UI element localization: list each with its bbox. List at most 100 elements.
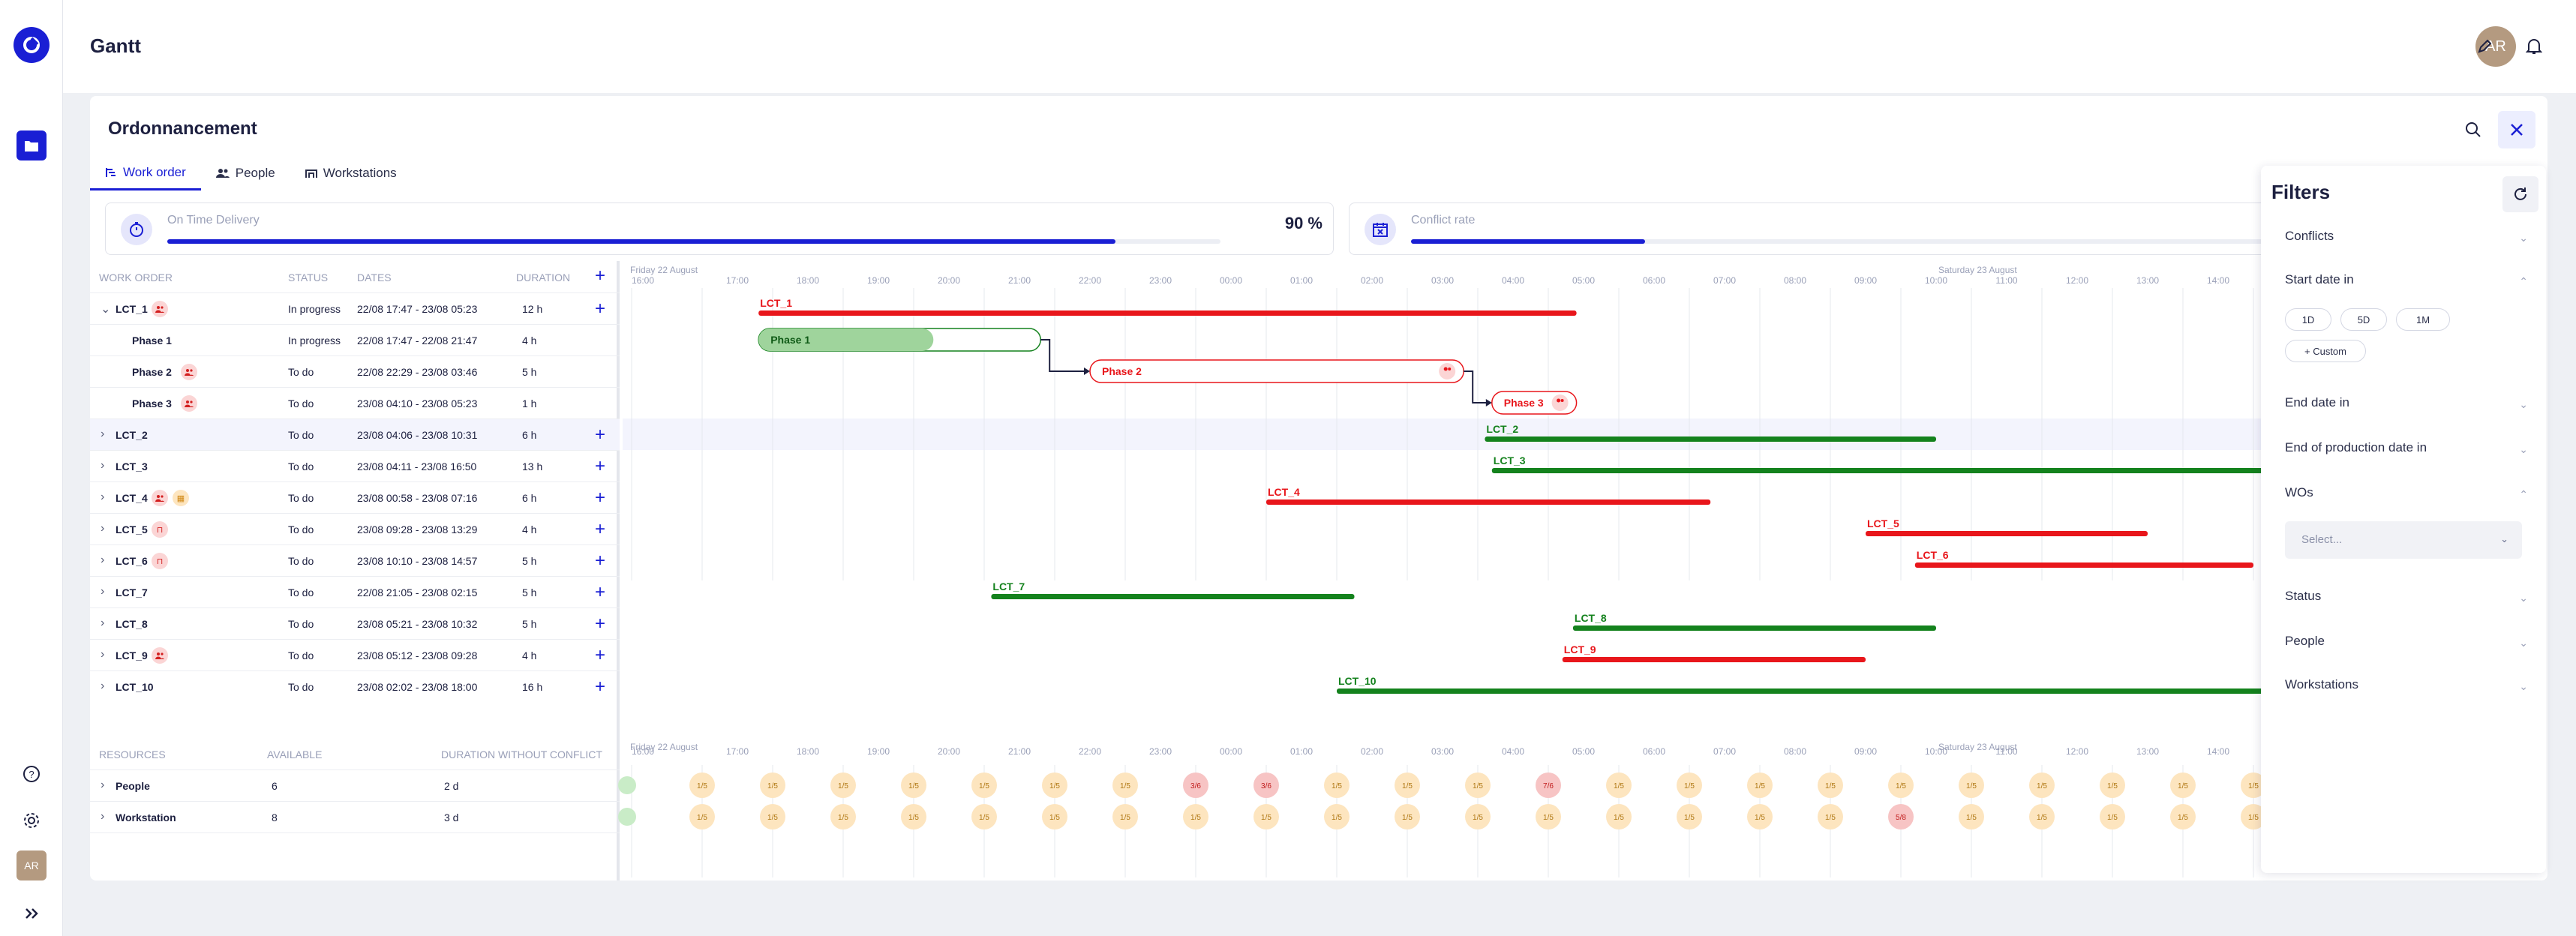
chevron-right-icon[interactable]: › (101, 459, 104, 472)
logo-icon[interactable] (14, 27, 50, 63)
chevron-down-icon[interactable]: ⌄ (101, 302, 110, 316)
task-bar[interactable] (1266, 500, 1711, 505)
table-row[interactable]: › LCT_3 To do 23/08 04:11 - 23/08 16:50 13 h… (90, 450, 620, 482)
close-button[interactable] (2498, 111, 2535, 148)
add-phase-button[interactable]: + (591, 552, 609, 570)
filter-label: Conflicts (2285, 229, 2334, 243)
chevron-right-icon[interactable]: › (101, 680, 104, 693)
chevron-right-icon[interactable]: › (101, 810, 104, 824)
pill-custom[interactable]: + Custom (2285, 340, 2366, 362)
add-phase-button[interactable]: + (591, 426, 609, 444)
dependency-arrow (1464, 370, 1489, 404)
view-tabs: Work order People Workstations (90, 156, 412, 190)
phase-bar[interactable] (1089, 359, 1464, 383)
table-row[interactable]: › LCT_4 ▦ To do 23/08 00:58 - 23/08 07:16 6 h… (90, 482, 620, 513)
tab-work-order[interactable]: Work order (90, 156, 201, 190)
add-phase-button[interactable]: + (591, 520, 609, 538)
chevron-right-icon[interactable]: › (101, 428, 104, 441)
table-row[interactable]: › LCT_6 ⊓ To do 23/08 10:10 - 23/08 14:57 5 h… (90, 544, 620, 576)
load-text: 1/5 (1261, 814, 1271, 822)
folder-icon[interactable] (17, 130, 47, 160)
expand-icon[interactable] (17, 898, 47, 928)
filters-panel: Filters Conflicts ⌄ Start date in ⌃ 1D 5D … (2261, 166, 2546, 873)
notifications-button[interactable] (2516, 28, 2552, 64)
pill-5d[interactable]: 5D (2340, 308, 2387, 331)
task-bar[interactable] (1491, 468, 2268, 473)
tab-people[interactable]: People (201, 156, 290, 190)
task-bar[interactable] (1572, 626, 1936, 631)
task-label: LCT_8 (1575, 612, 1607, 624)
chevron-right-icon[interactable]: › (101, 585, 104, 598)
hour-label: 23:00 (1149, 746, 1172, 757)
task-bar[interactable] (758, 310, 1577, 316)
dates-text: 23/08 05:21 - 23/08 10:32 (357, 618, 478, 630)
add-phase-button[interactable]: + (591, 489, 609, 507)
filter-workstations[interactable]: Workstations ⌄ (2285, 677, 2528, 700)
work-order-name: Phase 2 (132, 366, 172, 378)
task-bar[interactable] (1914, 562, 2253, 568)
task-bar[interactable] (1866, 531, 2148, 536)
table-row[interactable]: › LCT_5 ⊓ To do 23/08 09:28 - 23/08 13:29 4 h… (90, 513, 620, 544)
arrow-head-icon (1084, 368, 1090, 375)
people-badge-icon (1448, 368, 1452, 370)
task-bar[interactable] (1337, 688, 2268, 694)
task-bar[interactable] (1485, 436, 1936, 442)
filter-start-date[interactable]: Start date in ⌃ (2285, 272, 2528, 295)
search-button[interactable] (2454, 111, 2492, 148)
add-phase-button[interactable]: + (591, 584, 609, 602)
filter-people[interactable]: People ⌄ (2285, 634, 2528, 656)
add-phase-button[interactable]: + (591, 678, 609, 696)
people-badge-icon (152, 301, 168, 317)
filter-status[interactable]: Status ⌄ (2285, 589, 2528, 611)
table-row[interactable]: › LCT_8 To do 23/08 05:21 - 23/08 10:32 5 h + (90, 608, 620, 639)
filter-end-date[interactable]: End date in ⌄ (2285, 395, 2528, 418)
resource-row[interactable]: › Workstation 8 3 d (90, 801, 620, 832)
table-header: WORK ORDER STATUS DATES DURATION + (90, 261, 620, 292)
chevron-right-icon[interactable]: › (101, 554, 104, 567)
people-badge-icon (152, 490, 168, 506)
task-bar[interactable] (1562, 657, 1866, 662)
filter-label: WOs (2285, 485, 2313, 500)
table-row[interactable]: › LCT_2 To do 23/08 04:06 - 23/08 10:31 6 h + (90, 418, 620, 450)
user-avatar[interactable]: AR (17, 850, 47, 880)
chevron-right-icon[interactable]: › (101, 490, 104, 504)
load-text: 1/5 (697, 814, 707, 822)
wo-select[interactable]: Select... ⌄ (2285, 521, 2522, 559)
work-order-name: LCT_2 (116, 429, 148, 441)
dates-text: 23/08 10:10 - 23/08 14:57 (357, 555, 478, 567)
chevron-right-icon[interactable]: › (101, 648, 104, 662)
add-phase-button[interactable]: + (591, 646, 609, 664)
table-row[interactable]: Phase 3 To do 23/08 04:10 - 23/08 05:23 1 h (90, 387, 620, 418)
filter-end-production-date[interactable]: End of production date in ⌄ (2285, 440, 2528, 463)
edit-button[interactable] (2466, 28, 2502, 64)
chevron-right-icon[interactable]: › (101, 616, 104, 630)
table-row[interactable]: › LCT_10 To do 23/08 02:02 - 23/08 18:00 16 … (90, 670, 620, 702)
resource-row[interactable]: › People 6 2 d (90, 770, 620, 801)
load-text: 3/6 (1190, 782, 1201, 790)
table-row[interactable]: Phase 1 In progress 22/08 17:47 - 22/08 21… (90, 324, 620, 356)
chevron-right-icon[interactable]: › (101, 522, 104, 536)
hour-label: 07:00 (1713, 275, 1736, 286)
table-row[interactable]: › LCT_9 To do 23/08 05:12 - 23/08 09:28 4 h + (90, 639, 620, 670)
task-label: LCT_3 (1494, 454, 1526, 466)
pill-1d[interactable]: 1D (2285, 308, 2331, 331)
table-row[interactable]: Phase 2 To do 22/08 22:29 - 23/08 03:46 5 h (90, 356, 620, 387)
table-row[interactable]: › LCT_7 To do 22/08 21:05 - 23/08 02:15 5 h + (90, 576, 620, 608)
chevron-right-icon[interactable]: › (101, 778, 104, 792)
filter-conflicts[interactable]: Conflicts ⌄ (2285, 229, 2528, 251)
reset-filters-button[interactable] (2502, 176, 2538, 212)
pill-1m[interactable]: 1M (2396, 308, 2450, 331)
duration-text: 3 d (444, 812, 459, 824)
help-icon[interactable]: ? (17, 759, 47, 789)
hour-label: 02:00 (1361, 746, 1383, 757)
tab-workstations[interactable]: Workstations (290, 156, 412, 190)
add-phase-button[interactable]: + (591, 458, 609, 476)
filter-wos[interactable]: WOs ⌃ (2285, 485, 2528, 508)
add-work-order-button[interactable]: + (591, 267, 609, 285)
settings-icon[interactable] (17, 806, 47, 836)
table-row[interactable]: ⌄ LCT_1 In progress 22/08 17:47 - 23/08 05:… (90, 292, 620, 324)
add-phase-button[interactable]: + (591, 615, 609, 633)
task-bar[interactable] (991, 594, 1355, 599)
hour-label: 09:00 (1854, 746, 1877, 757)
add-phase-button[interactable]: + (591, 300, 609, 318)
